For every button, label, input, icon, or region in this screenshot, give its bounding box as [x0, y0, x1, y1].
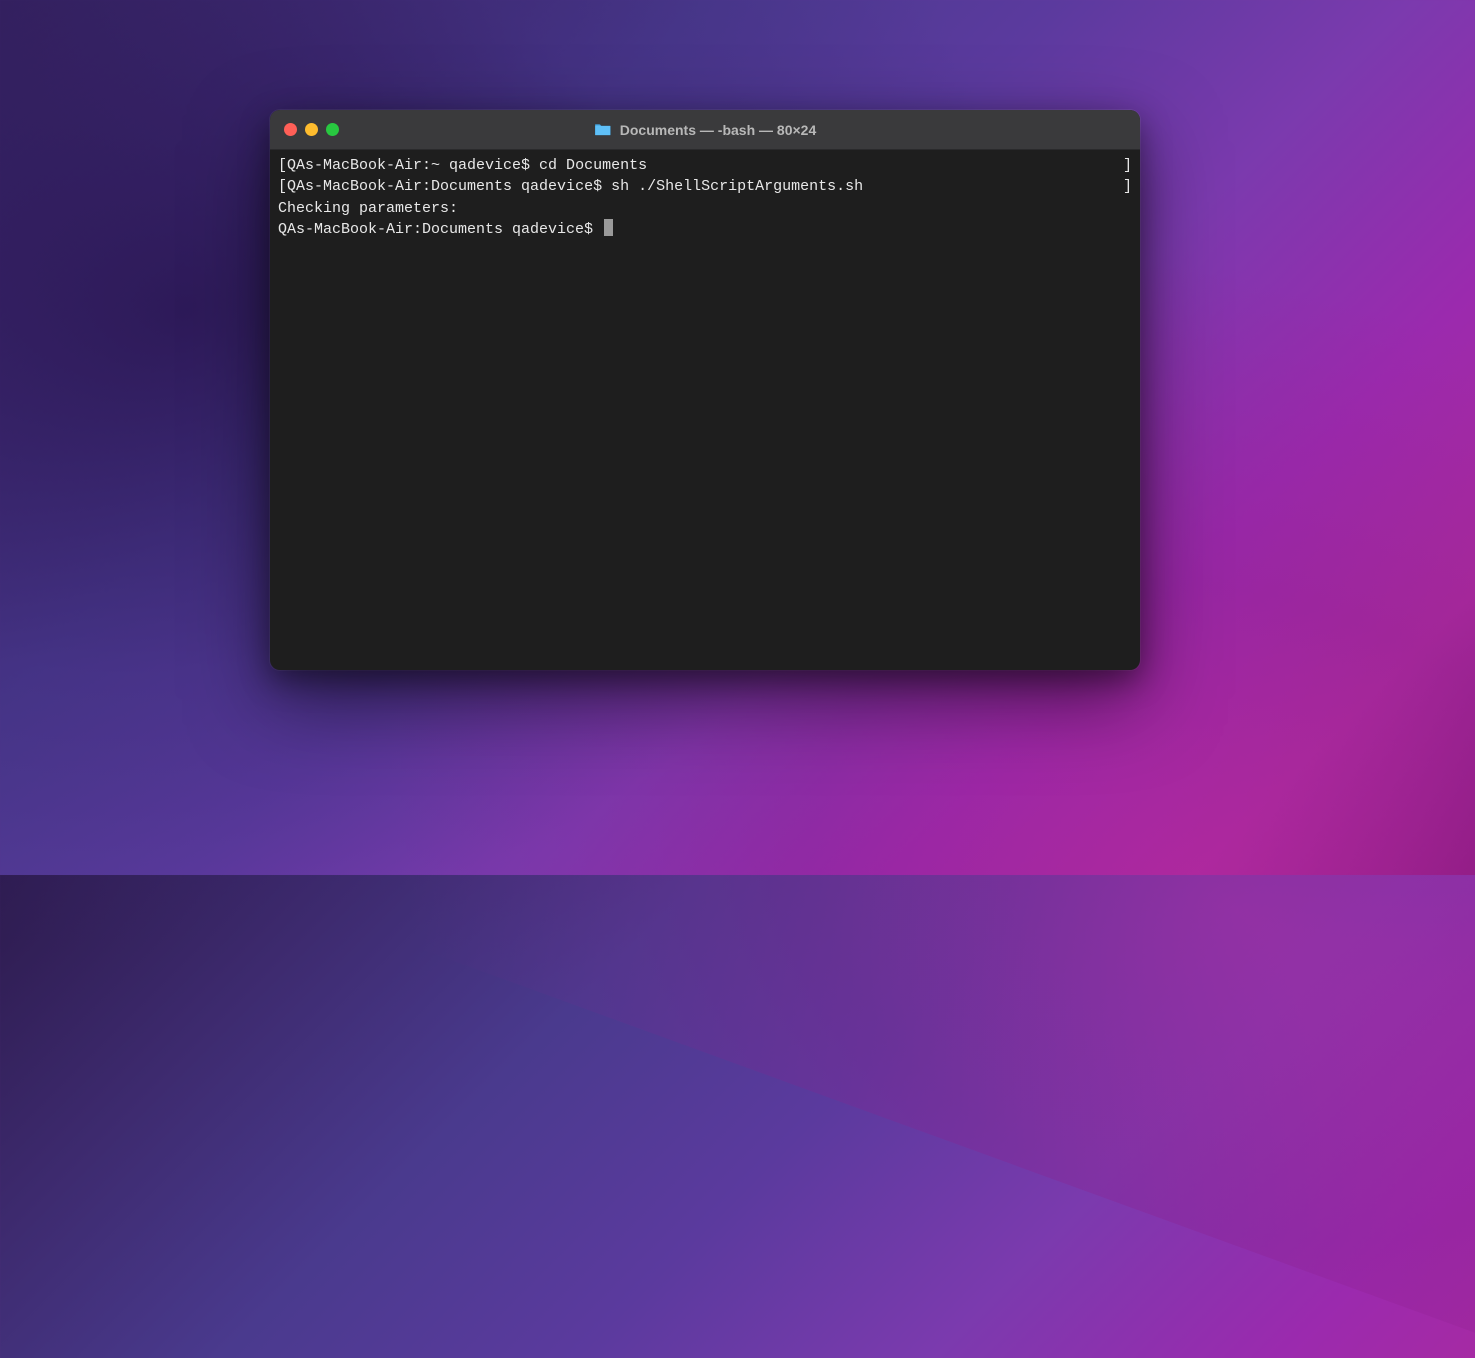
window-title: Documents — -bash — 80×24: [620, 122, 816, 138]
folder-icon: [594, 122, 612, 137]
terminal-content[interactable]: [QAs-MacBook-Air:~ qadevice$ cd Document…: [270, 150, 1140, 670]
cursor-icon: [604, 219, 613, 236]
line-bracket-right: ]: [1123, 176, 1132, 197]
terminal-line: [QAs-MacBook-Air:~ qadevice$ cd Document…: [278, 155, 1132, 176]
terminal-window[interactable]: Documents — -bash — 80×24 [QAs-MacBook-A…: [270, 110, 1140, 670]
line-bracket-left: [: [278, 176, 287, 197]
traffic-lights: [284, 123, 339, 136]
terminal-line-text: Checking parameters:: [278, 198, 458, 219]
title-center: Documents — -bash — 80×24: [594, 122, 816, 138]
terminal-prompt: QAs-MacBook-Air:Documents qadevice$: [278, 219, 602, 240]
minimize-button[interactable]: [305, 123, 318, 136]
terminal-line-text: QAs-MacBook-Air:Documents qadevice$ sh .…: [287, 176, 863, 197]
title-bar[interactable]: Documents — -bash — 80×24: [270, 110, 1140, 150]
line-bracket-right: ]: [1123, 155, 1132, 176]
line-bracket-left: [: [278, 155, 287, 176]
terminal-line-text: QAs-MacBook-Air:~ qadevice$ cd Documents: [287, 155, 647, 176]
close-button[interactable]: [284, 123, 297, 136]
terminal-line: QAs-MacBook-Air:Documents qadevice$: [278, 219, 1132, 240]
terminal-line: [QAs-MacBook-Air:Documents qadevice$ sh …: [278, 176, 1132, 197]
terminal-line: Checking parameters:: [278, 198, 1132, 219]
maximize-button[interactable]: [326, 123, 339, 136]
